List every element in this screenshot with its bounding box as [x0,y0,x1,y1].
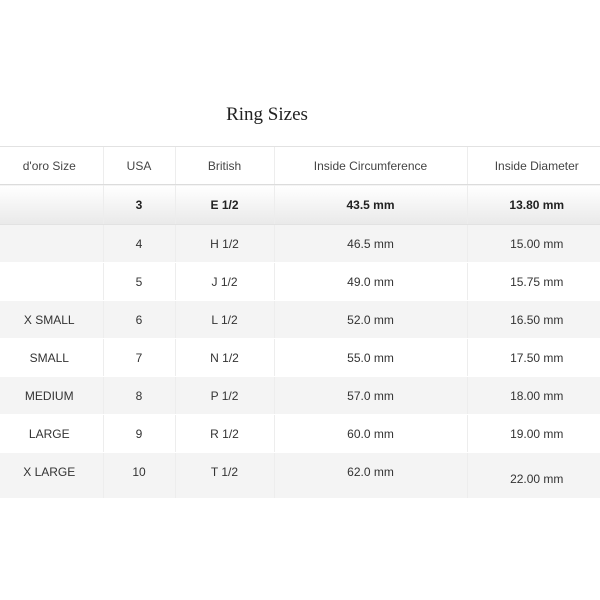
cell-british: J 1/2 [174,262,274,301]
cell-inside-diameter: 22.00 mm [466,452,600,499]
cell-inside-circumference: 43.5 mm [273,184,467,225]
header-british: British [174,146,274,185]
cell-inside-diameter: 15.75 mm [466,262,600,301]
header-inside-diameter: Inside Diameter [466,146,600,185]
cell-doro-size: SMALL [0,338,103,377]
header-inside-circumference: Inside Circumference [273,146,467,185]
cell-doro-size [0,262,103,301]
cell-inside-diameter: 19.00 mm [466,414,600,453]
table-row: X SMALL 6 L 1/2 52.0 mm 16.50 mm [0,300,600,339]
cell-inside-diameter: 13.80 mm [466,184,600,225]
cell-doro-size: X SMALL [0,300,103,339]
cell-inside-circumference: 49.0 mm [273,262,467,301]
cell-usa: 7 [102,338,175,377]
table-header-row: d'oro Size USA British Inside Circumfere… [0,146,600,185]
cell-inside-circumference: 57.0 mm [273,376,467,415]
cell-inside-diameter: 17.50 mm [466,338,600,377]
cell-british: L 1/2 [174,300,274,339]
cell-inside-circumference: 52.0 mm [273,300,467,339]
cell-inside-circumference: 62.0 mm [273,452,467,499]
cell-inside-circumference: 60.0 mm [273,414,467,453]
cell-usa: 10 [102,452,175,499]
cell-british: T 1/2 [174,452,274,499]
table-row: LARGE 9 R 1/2 60.0 mm 19.00 mm [0,414,600,453]
header-usa: USA [102,146,175,185]
cell-doro-size [0,184,103,225]
cell-british: N 1/2 [174,338,274,377]
cell-doro-size [0,224,103,263]
table-row: MEDIUM 8 P 1/2 57.0 mm 18.00 mm [0,376,600,415]
cell-doro-size: X LARGE [0,452,103,499]
cell-doro-size: LARGE [0,414,103,453]
cell-british: P 1/2 [174,376,274,415]
cell-usa: 5 [102,262,175,301]
ring-size-table: d'oro Size USA British Inside Circumfere… [0,146,600,499]
cell-inside-circumference: 55.0 mm [273,338,467,377]
table-row: 4 H 1/2 46.5 mm 15.00 mm [0,224,600,263]
cell-usa: 4 [102,224,175,263]
cell-inside-diameter: 15.00 mm [466,224,600,263]
table-row: SMALL 7 N 1/2 55.0 mm 17.50 mm [0,338,600,377]
cell-inside-diameter: 16.50 mm [466,300,600,339]
cell-inside-diameter: 18.00 mm [466,376,600,415]
cell-usa: 9 [102,414,175,453]
table-row: X LARGE 10 T 1/2 62.0 mm 22.00 mm [0,452,600,499]
table-row-highlighted: 3 E 1/2 43.5 mm 13.80 mm [0,184,600,225]
page-title: Ring Sizes [226,104,308,125]
cell-british: E 1/2 [174,184,274,225]
cell-doro-size: MEDIUM [0,376,103,415]
cell-usa: 3 [102,184,175,225]
header-doro-size: d'oro Size [0,146,103,185]
cell-british: H 1/2 [174,224,274,263]
table-row: 5 J 1/2 49.0 mm 15.75 mm [0,262,600,301]
cell-usa: 8 [102,376,175,415]
cell-british: R 1/2 [174,414,274,453]
cell-inside-circumference: 46.5 mm [273,224,467,263]
cell-usa: 6 [102,300,175,339]
